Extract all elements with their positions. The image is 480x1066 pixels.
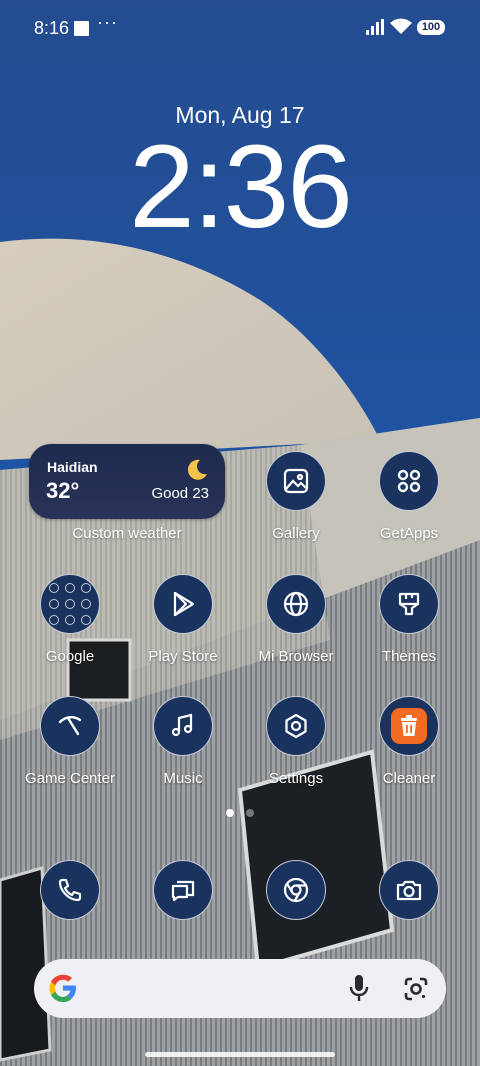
mic-icon[interactable] bbox=[348, 974, 370, 1004]
chrome-icon bbox=[266, 860, 326, 920]
app-label: Gallery bbox=[272, 525, 320, 542]
app-label: Cleaner bbox=[382, 770, 436, 787]
weather-widget[interactable]: Haidian 32° Good 23 bbox=[29, 444, 225, 519]
page-indicator-active[interactable] bbox=[226, 809, 234, 817]
app-label: Play Store bbox=[148, 648, 218, 665]
notification-icon bbox=[74, 21, 89, 36]
app-cleaner[interactable]: Cleaner bbox=[354, 696, 464, 787]
wifi-icon bbox=[390, 18, 412, 34]
status-bar: 8:16 ··· 100 bbox=[0, 0, 480, 56]
game-center-icon bbox=[40, 696, 100, 756]
app-themes[interactable]: Themes bbox=[354, 574, 464, 665]
air-quality: Good 23 bbox=[151, 485, 209, 502]
phone-icon bbox=[40, 860, 100, 920]
google-search-bar[interactable] bbox=[34, 959, 446, 1018]
play-store-icon bbox=[153, 574, 213, 634]
home-gesture-bar[interactable] bbox=[145, 1052, 335, 1057]
globe-icon bbox=[266, 574, 326, 634]
app-mi-browser[interactable]: Mi Browser bbox=[241, 574, 351, 665]
app-game-center[interactable]: Game Center bbox=[15, 696, 125, 787]
app-label: GetApps bbox=[379, 525, 439, 542]
weather-widget-label: Custom weather bbox=[72, 525, 182, 542]
paintbrush-icon bbox=[379, 574, 439, 634]
app-play-store[interactable]: Play Store bbox=[128, 574, 238, 665]
app-music[interactable]: Music bbox=[128, 696, 238, 787]
more-notifications-icon: ··· bbox=[97, 12, 118, 32]
dock-phone[interactable] bbox=[15, 860, 125, 920]
camera-icon bbox=[379, 860, 439, 920]
google-logo-icon bbox=[49, 974, 76, 1002]
app-settings[interactable]: Settings bbox=[241, 696, 351, 787]
dock-chrome[interactable] bbox=[241, 860, 351, 920]
app-getapps[interactable]: GetApps bbox=[354, 451, 464, 542]
page-indicator[interactable] bbox=[246, 809, 254, 817]
trash-icon bbox=[391, 708, 427, 744]
messages-icon bbox=[153, 860, 213, 920]
signal-icon bbox=[366, 19, 384, 35]
app-label: Music bbox=[163, 770, 203, 787]
lens-icon[interactable] bbox=[402, 975, 430, 1003]
app-label: Mi Browser bbox=[258, 648, 334, 665]
app-label: Google bbox=[45, 648, 95, 665]
moon-icon bbox=[187, 459, 207, 480]
gallery-icon bbox=[266, 451, 326, 511]
app-label: Game Center bbox=[24, 770, 116, 787]
google-folder-icon bbox=[40, 574, 100, 634]
status-time: 8:16 bbox=[34, 18, 70, 38]
app-label: Themes bbox=[381, 648, 437, 665]
app-label: Settings bbox=[268, 770, 324, 787]
weather-temperature: 32° bbox=[46, 478, 80, 503]
gear-icon bbox=[266, 696, 326, 756]
battery-indicator: 100 bbox=[417, 20, 445, 35]
dock-messages[interactable] bbox=[128, 860, 238, 920]
getapps-icon bbox=[379, 451, 439, 511]
app-folder-google[interactable]: Google bbox=[15, 574, 125, 665]
app-gallery[interactable]: Gallery bbox=[241, 451, 351, 542]
weather-city: Haidian bbox=[47, 459, 98, 475]
lockscreen-clock: 2:36 bbox=[129, 121, 353, 253]
music-note-icon bbox=[153, 696, 213, 756]
cleaner-icon bbox=[379, 696, 439, 756]
dock-camera[interactable] bbox=[354, 860, 464, 920]
